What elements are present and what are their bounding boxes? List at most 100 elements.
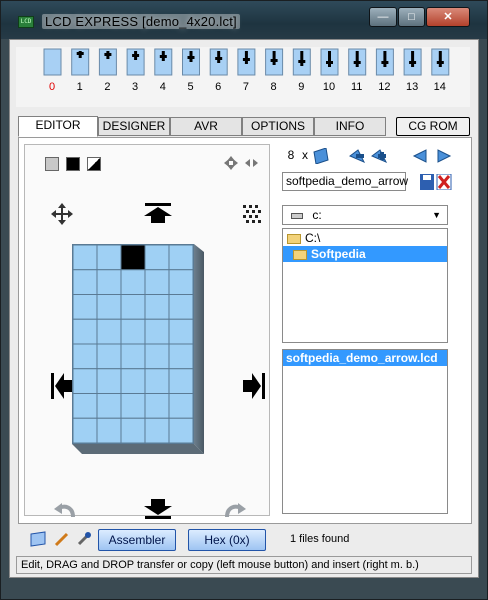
chevron-down-icon[interactable]: ▼ bbox=[432, 206, 441, 224]
character-number: 0 bbox=[48, 81, 56, 93]
app-window: LCD LCD EXPRESS [demo_4x20.lct] — □ ✕ 0 1… bbox=[0, 0, 488, 600]
pixel-grid[interactable] bbox=[72, 244, 194, 444]
pixel-off[interactable] bbox=[96, 417, 122, 443]
folder-open-icon bbox=[287, 233, 301, 244]
pixel-off[interactable] bbox=[144, 294, 170, 320]
pixel-off[interactable] bbox=[144, 417, 170, 443]
title-bar[interactable]: LCD LCD EXPRESS [demo_4x20.lct] — □ ✕ bbox=[1, 1, 487, 39]
glyph-stem bbox=[217, 51, 221, 63]
pixel-off[interactable] bbox=[168, 343, 193, 370]
shift-up-icon[interactable] bbox=[143, 203, 173, 225]
redo-icon[interactable] bbox=[223, 501, 247, 521]
file-item[interactable]: softpedia_demo_arrow.lcd bbox=[283, 350, 447, 366]
pixel-off[interactable] bbox=[96, 368, 122, 394]
pixel-off[interactable] bbox=[96, 294, 122, 320]
maximize-button[interactable]: □ bbox=[398, 7, 425, 27]
tab-editor[interactable]: EDITOR bbox=[18, 116, 98, 137]
tab-designer[interactable]: DESIGNER bbox=[98, 117, 170, 136]
glyph-stem bbox=[272, 51, 276, 65]
move-icon[interactable] bbox=[51, 203, 73, 225]
save-delete-icons[interactable] bbox=[420, 174, 452, 190]
assembler-button[interactable]: Assembler bbox=[98, 529, 176, 551]
pixel-off[interactable] bbox=[96, 245, 122, 271]
directory-list[interactable]: C:\ Softpedia bbox=[282, 228, 448, 343]
pixel-off[interactable] bbox=[168, 417, 193, 443]
pixel-off[interactable] bbox=[120, 393, 146, 419]
character-cells[interactable] bbox=[16, 47, 470, 77]
pixel-off[interactable] bbox=[168, 269, 193, 295]
tab-bar: EDITOR DESIGNER AVR OPTIONS INFO CG ROM bbox=[18, 116, 472, 137]
prev-next-icon[interactable] bbox=[412, 148, 452, 164]
fill-light-icon[interactable] bbox=[45, 157, 59, 171]
pixel-off[interactable] bbox=[144, 318, 170, 345]
flip-icons[interactable] bbox=[223, 155, 259, 171]
pixel-off[interactable] bbox=[120, 269, 146, 295]
pixel-off[interactable] bbox=[96, 269, 122, 295]
pixel-off[interactable] bbox=[144, 269, 170, 295]
pixel-on[interactable] bbox=[120, 245, 146, 271]
character-number: 4 bbox=[159, 81, 166, 93]
pixel-off[interactable] bbox=[73, 417, 98, 443]
pixel-off[interactable] bbox=[96, 393, 122, 419]
drive-select[interactable]: c: ▼ bbox=[282, 205, 448, 225]
file-list[interactable]: softpedia_demo_arrow.lcd bbox=[282, 349, 448, 514]
character-number: 7 bbox=[242, 81, 249, 93]
pixel-off[interactable] bbox=[73, 393, 98, 419]
undo-icon[interactable] bbox=[53, 501, 77, 521]
cg-rom-button[interactable]: CG ROM bbox=[396, 117, 470, 136]
pixel-off[interactable] bbox=[73, 294, 98, 320]
pattern-icon[interactable] bbox=[243, 205, 261, 223]
fill-dark-icon[interactable] bbox=[66, 157, 80, 171]
pixel-off[interactable] bbox=[168, 245, 193, 271]
pixel-off[interactable] bbox=[120, 294, 146, 320]
pixel-off[interactable] bbox=[168, 393, 193, 419]
map-icon[interactable] bbox=[30, 531, 46, 547]
pixel-off[interactable] bbox=[73, 318, 98, 345]
pixel-off[interactable] bbox=[73, 368, 98, 394]
character-number: 10 bbox=[322, 81, 336, 93]
character-number: 2 bbox=[104, 81, 111, 93]
pixel-off[interactable] bbox=[120, 343, 146, 370]
zoom-out-icon[interactable] bbox=[348, 148, 388, 164]
character-number: 12 bbox=[378, 81, 391, 93]
pixel-off[interactable] bbox=[120, 417, 146, 443]
dir-item-selected[interactable]: Softpedia bbox=[283, 246, 447, 262]
pixel-off[interactable] bbox=[144, 245, 170, 271]
pixel-off[interactable] bbox=[120, 318, 146, 345]
filename-field[interactable]: softpedia_demo_arrow bbox=[282, 172, 408, 191]
dir-item[interactable]: C:\ bbox=[283, 229, 447, 246]
pixel-off[interactable] bbox=[168, 294, 193, 320]
hex-button[interactable]: Hex (0x) bbox=[188, 529, 266, 551]
status-bar: Edit, DRAG and DROP transfer or copy (le… bbox=[16, 556, 472, 574]
pixel-off[interactable] bbox=[96, 318, 122, 345]
drive-icon bbox=[291, 213, 303, 219]
tab-info[interactable]: INFO bbox=[314, 117, 386, 136]
pixel-off[interactable] bbox=[96, 343, 122, 370]
pixel-off[interactable] bbox=[144, 393, 170, 419]
glyph-stem bbox=[189, 51, 193, 62]
wrench-icon[interactable] bbox=[76, 531, 92, 547]
tab-options[interactable]: OPTIONS bbox=[242, 117, 314, 136]
pixel-off[interactable] bbox=[144, 368, 170, 394]
tab-avr[interactable]: AVR bbox=[170, 117, 242, 136]
pixel-off[interactable] bbox=[73, 269, 98, 295]
pixel-off[interactable] bbox=[168, 368, 193, 394]
shift-right-icon[interactable] bbox=[241, 371, 265, 401]
character-number: 14 bbox=[433, 81, 446, 93]
character-number: 11 bbox=[350, 81, 363, 93]
invert-icon[interactable] bbox=[87, 157, 101, 171]
copy-icon[interactable] bbox=[312, 148, 330, 164]
close-button[interactable]: ✕ bbox=[426, 7, 470, 27]
pencil-icon[interactable] bbox=[54, 531, 70, 547]
pixel-off[interactable] bbox=[120, 368, 146, 394]
pixel-off[interactable] bbox=[144, 343, 170, 370]
minimize-button[interactable]: — bbox=[369, 7, 397, 27]
window-title: LCD EXPRESS [demo_4x20.lct] bbox=[42, 14, 240, 29]
pixel-off[interactable] bbox=[73, 343, 98, 370]
pixel-off[interactable] bbox=[168, 318, 193, 345]
shift-down-icon[interactable] bbox=[143, 499, 173, 521]
glyph-stem bbox=[244, 51, 248, 64]
character-cell[interactable] bbox=[43, 48, 62, 76]
glyph-stem bbox=[355, 51, 359, 67]
pixel-off[interactable] bbox=[73, 245, 98, 271]
